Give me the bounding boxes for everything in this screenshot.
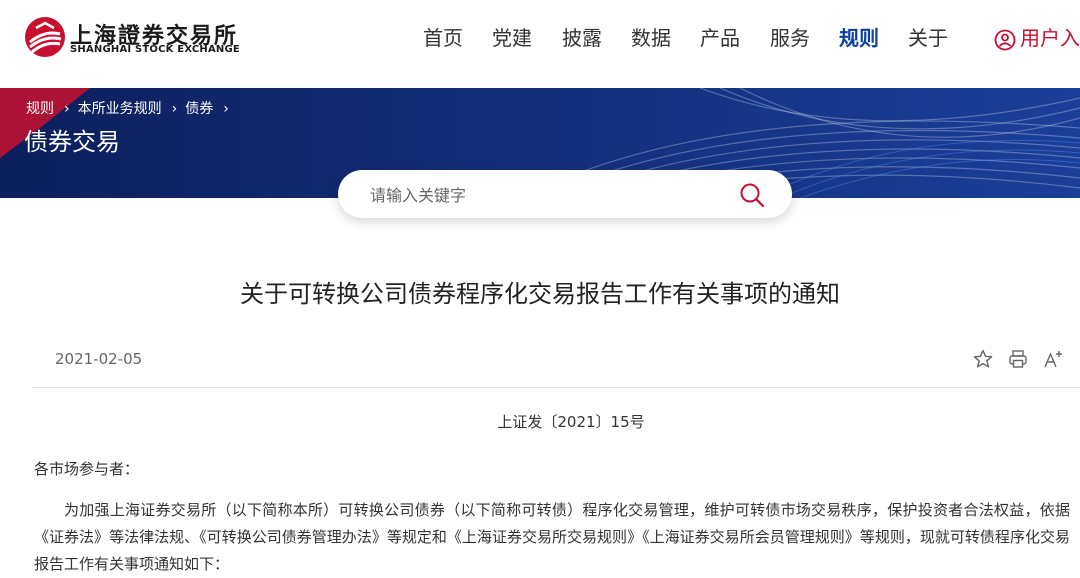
search-icon[interactable] [738,181,766,209]
article-title: 关于可转换公司债券程序化交易报告工作有关事项的通知 [240,280,840,308]
user-entry-link[interactable]: 用户入 [994,22,1080,51]
chevron-right-icon: › [223,101,229,117]
breadcrumb-item-rules[interactable]: 规则 [26,101,54,117]
user-icon [994,29,1016,50]
print-icon[interactable] [1007,348,1029,370]
chevron-right-icon: › [171,101,178,117]
sse-logo[interactable]: 上海證券交易所 SHANGHAI STOCK EXCHANGE [24,16,240,58]
nav-item-products[interactable]: 产品 [700,22,740,51]
sse-logo-mark-icon [25,17,65,57]
font-size-icon[interactable] [1042,348,1064,370]
nav-item-about[interactable]: 关于 [908,22,948,51]
breadcrumb: 规则 › 本所业务规则 › 债券 › [26,98,237,118]
nav-item-party[interactable]: 党建 [492,22,532,51]
nav-item-home[interactable]: 首页 [423,22,463,51]
body-paragraph: 为加强上海证券交易所（以下简称本所）可转换公司债券（以下简称可转债）程序化交易管… [34,501,1070,573]
search-input[interactable] [368,182,732,208]
chevron-right-icon: › [64,101,70,117]
salutation: 各市场参与者： [34,460,140,478]
breadcrumb-item-bonds[interactable]: 债券 [185,101,213,117]
nav-item-services[interactable]: 服务 [770,22,810,51]
publish-date: 2021-02-05 [55,350,143,368]
breadcrumb-item-exchange-rules[interactable]: 本所业务规则 [78,101,162,117]
star-icon[interactable] [972,348,994,370]
nav-item-disclosure[interactable]: 披露 [562,22,602,51]
logo-name-en: SHANGHAI STOCK EXCHANGE [70,44,240,55]
page-title: 债券交易 [24,128,120,156]
site-header: 上海證券交易所 SHANGHAI STOCK EXCHANGE 首页 党建 披露… [0,0,1080,88]
article-divider [32,387,1080,388]
user-entry-label: 用户入 [1020,26,1080,50]
nav-item-data[interactable]: 数据 [631,22,671,51]
search-box [338,170,792,218]
document-number: 上证发〔2021〕15号 [497,413,645,431]
nav-item-rules[interactable]: 规则 [839,22,879,51]
